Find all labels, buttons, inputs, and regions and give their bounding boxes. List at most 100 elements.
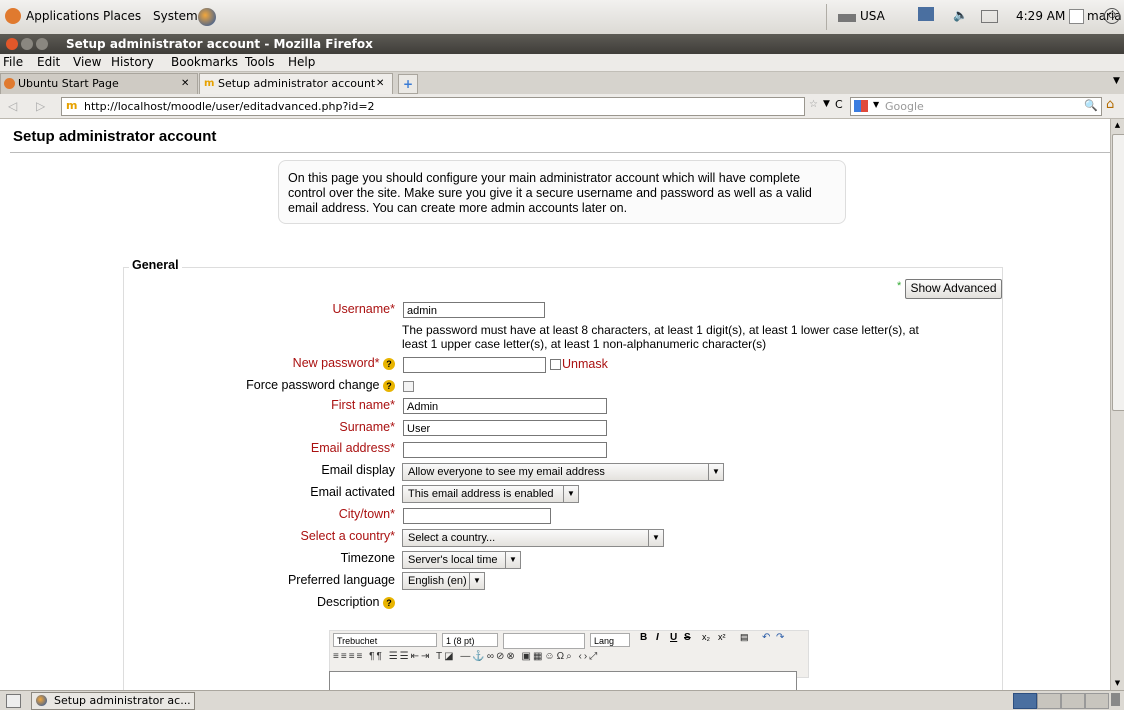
search-engine-dropdown-icon[interactable]: ▼ bbox=[873, 100, 879, 109]
menu-history[interactable]: History bbox=[111, 55, 154, 69]
mail-icon[interactable] bbox=[981, 10, 998, 23]
search-bar[interactable]: ▼ Google 🔍 bbox=[850, 97, 1102, 116]
ordered-list-icon[interactable]: ☰ bbox=[389, 651, 400, 662]
username-input[interactable]: admin bbox=[403, 302, 545, 318]
scrollbar-thumb[interactable] bbox=[1112, 134, 1124, 411]
language-tool-select[interactable]: Lang bbox=[590, 633, 630, 647]
language-select[interactable]: English (en) ▼ bbox=[402, 572, 485, 590]
rtl-icon[interactable]: ¶ bbox=[377, 651, 384, 662]
back-icon[interactable]: ◁ bbox=[8, 99, 17, 113]
fullscreen-icon[interactable]: ⤢ bbox=[589, 651, 599, 662]
text-color-icon[interactable]: T bbox=[436, 651, 444, 662]
description-editor-area[interactable] bbox=[329, 671, 797, 690]
menu-view[interactable]: View bbox=[73, 55, 101, 69]
workspace-1[interactable] bbox=[1013, 693, 1037, 709]
font-family-select[interactable]: Trebuchet bbox=[333, 633, 437, 647]
unmask-label[interactable]: Unmask bbox=[562, 357, 608, 371]
scroll-down-icon[interactable]: ▼ bbox=[1113, 679, 1122, 688]
tab-list-icon[interactable]: ▼ bbox=[1113, 76, 1120, 86]
volume-icon[interactable]: 🔈 bbox=[953, 8, 968, 22]
subscript-icon[interactable]: x₂ bbox=[702, 632, 710, 642]
search-replace-icon[interactable]: ⌕ bbox=[566, 651, 574, 662]
network-icon[interactable] bbox=[918, 7, 934, 21]
align-center-icon[interactable]: ≡ bbox=[341, 651, 349, 662]
first-name-input[interactable]: Admin bbox=[403, 398, 607, 414]
unlink-icon[interactable]: ⊘ bbox=[496, 651, 506, 662]
page-scrollbar[interactable]: ▲ ▼ bbox=[1110, 119, 1124, 690]
workspace-2[interactable] bbox=[1037, 693, 1061, 709]
link-icon[interactable]: ∞ bbox=[487, 651, 496, 662]
close-window-icon[interactable] bbox=[6, 38, 18, 50]
url-text[interactable]: http://localhost/moodle/user/editadvance… bbox=[84, 100, 375, 113]
firefox-launcher-icon[interactable] bbox=[198, 8, 216, 26]
timezone-select[interactable]: Server's local time ▼ bbox=[402, 551, 521, 569]
new-password-input[interactable] bbox=[403, 357, 546, 373]
new-tab-icon[interactable]: + bbox=[398, 74, 418, 94]
city-input[interactable] bbox=[403, 508, 551, 524]
superscript-icon[interactable]: x² bbox=[718, 632, 726, 642]
align-right-icon[interactable]: ≡ bbox=[349, 651, 357, 662]
strikethrough-icon[interactable]: S bbox=[684, 632, 691, 643]
undo-icon[interactable]: ↶ bbox=[762, 632, 770, 643]
trash-icon[interactable] bbox=[1111, 693, 1120, 706]
html-source-icon[interactable]: ‹› bbox=[579, 651, 590, 662]
menu-tools[interactable]: Tools bbox=[245, 55, 275, 69]
url-dropdown-icon[interactable]: ▼ bbox=[823, 99, 830, 109]
scroll-up-icon[interactable]: ▲ bbox=[1113, 121, 1122, 130]
workspace-3[interactable] bbox=[1061, 693, 1085, 709]
help-icon[interactable]: ? bbox=[383, 379, 395, 392]
menu-bookmarks[interactable]: Bookmarks bbox=[171, 55, 238, 69]
underline-icon[interactable]: U bbox=[670, 632, 677, 643]
bold-icon[interactable]: B bbox=[640, 632, 647, 643]
clean-up-icon[interactable]: ▤ bbox=[740, 632, 749, 643]
tab-setup-admin[interactable]: m Setup administrator account ✕ bbox=[199, 73, 393, 94]
search-icon[interactable]: 🔍 bbox=[1084, 99, 1098, 112]
workspace-4[interactable] bbox=[1085, 693, 1109, 709]
home-icon[interactable]: ⌂ bbox=[1106, 97, 1114, 112]
smiley-icon[interactable]: ☺ bbox=[544, 651, 556, 662]
unordered-list-icon[interactable]: ☰ bbox=[400, 651, 411, 662]
show-advanced-button[interactable]: Show Advanced bbox=[905, 279, 1002, 299]
minimize-window-icon[interactable] bbox=[21, 38, 33, 50]
ubuntu-logo-icon[interactable] bbox=[5, 8, 21, 24]
insert-image-icon[interactable]: ▣ bbox=[522, 651, 533, 662]
taskbar-firefox-window[interactable]: Setup administrator ac... bbox=[31, 692, 195, 710]
reload-icon[interactable]: C bbox=[835, 98, 843, 111]
tab-ubuntu-start[interactable]: Ubuntu Start Page ✕ bbox=[0, 73, 198, 94]
country-select[interactable]: Select a country... ▼ bbox=[402, 529, 664, 547]
force-password-change-checkbox[interactable] bbox=[403, 381, 414, 392]
align-left-icon[interactable]: ≡ bbox=[333, 651, 341, 662]
anchor-icon[interactable]: ⚓ bbox=[472, 651, 486, 662]
surname-input[interactable]: User bbox=[403, 420, 607, 436]
url-bar[interactable]: m http://localhost/moodle/user/editadvan… bbox=[61, 97, 805, 116]
background-color-icon[interactable]: ◪ bbox=[444, 651, 455, 662]
menu-help[interactable]: Help bbox=[288, 55, 315, 69]
help-icon[interactable]: ? bbox=[383, 596, 395, 609]
forward-icon[interactable]: ▷ bbox=[36, 99, 45, 113]
email-activated-select[interactable]: This email address is enabled ▼ bbox=[402, 485, 579, 503]
power-icon[interactable]: ⏻ bbox=[1104, 8, 1120, 24]
italic-icon[interactable]: I bbox=[656, 632, 659, 643]
help-icon[interactable]: ? bbox=[383, 357, 395, 370]
menu-file[interactable]: File bbox=[3, 55, 23, 69]
places-menu[interactable]: Places bbox=[103, 9, 141, 23]
ltr-icon[interactable]: ¶ bbox=[369, 651, 376, 662]
heading-select[interactable] bbox=[503, 633, 585, 649]
outdent-icon[interactable]: ⇤ bbox=[411, 651, 421, 662]
system-menu[interactable]: System bbox=[153, 9, 198, 23]
tab-close-icon[interactable]: ✕ bbox=[376, 74, 384, 93]
maximize-window-icon[interactable] bbox=[36, 38, 48, 50]
email-display-select[interactable]: Allow everyone to see my email address ▼ bbox=[402, 463, 724, 481]
clock[interactable]: 4:29 AM bbox=[1016, 9, 1065, 23]
search-engine-icon[interactable] bbox=[854, 100, 868, 112]
nolink-icon[interactable]: ⊗ bbox=[506, 651, 516, 662]
email-input[interactable] bbox=[403, 442, 607, 458]
horizontal-rule-icon[interactable]: — bbox=[460, 651, 472, 662]
show-desktop-icon[interactable] bbox=[6, 694, 21, 708]
redo-icon[interactable]: ↷ bbox=[776, 632, 784, 643]
special-char-icon[interactable]: Ω bbox=[557, 651, 566, 662]
tab-close-icon[interactable]: ✕ bbox=[181, 74, 189, 93]
applications-menu[interactable]: Applications bbox=[26, 9, 99, 23]
unmask-checkbox[interactable] bbox=[550, 359, 561, 370]
justify-icon[interactable]: ≡ bbox=[357, 651, 365, 662]
